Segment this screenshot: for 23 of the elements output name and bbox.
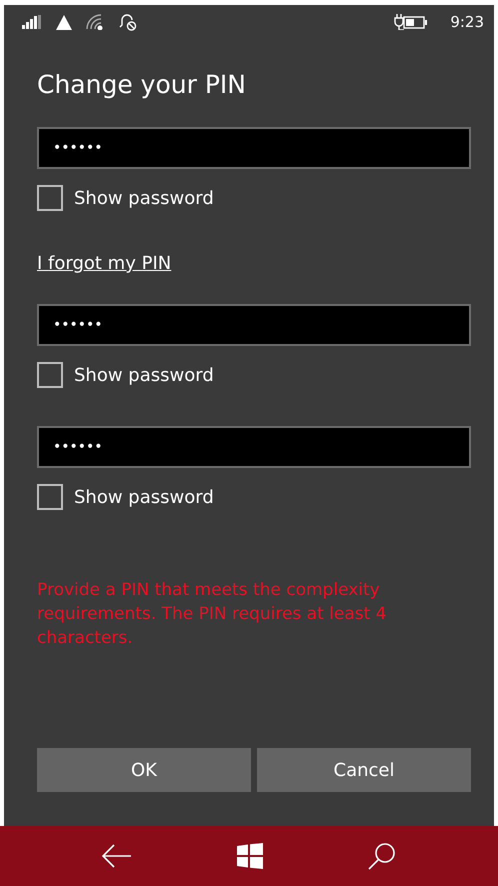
pin-field[interactable]: •••••• [37, 127, 471, 169]
show-password-label: Show password [74, 486, 214, 508]
ok-button[interactable]: OK [37, 748, 251, 792]
windows-logo-icon[interactable] [236, 843, 263, 869]
show-password-label: Show password [74, 364, 214, 386]
clock-time: 9:23 [450, 13, 484, 31]
show-password-checkbox[interactable] [37, 185, 63, 211]
signal-icon [22, 15, 42, 29]
page-title: Change your PIN [37, 70, 247, 99]
back-icon[interactable] [102, 844, 132, 868]
quiet-hours-icon [118, 13, 138, 31]
search-icon[interactable] [368, 842, 396, 870]
show-password-checkbox[interactable] [37, 362, 63, 388]
forgot-pin-link[interactable]: I forgot my PIN [37, 253, 172, 274]
show-password-label: Show password [74, 188, 214, 208]
pin-field[interactable]: •••••• [37, 426, 471, 468]
error-message: Provide a PIN that meets the complexity requirements. The PIN requires at least 4 characters. [37, 579, 388, 650]
battery-charging-icon [394, 14, 428, 30]
pin-field[interactable]: •••••• [37, 304, 471, 346]
cancel-button[interactable]: Cancel [257, 748, 471, 792]
show-password-checkbox[interactable] [37, 484, 63, 510]
triangle-icon [56, 14, 72, 30]
wifi-icon [86, 14, 104, 30]
